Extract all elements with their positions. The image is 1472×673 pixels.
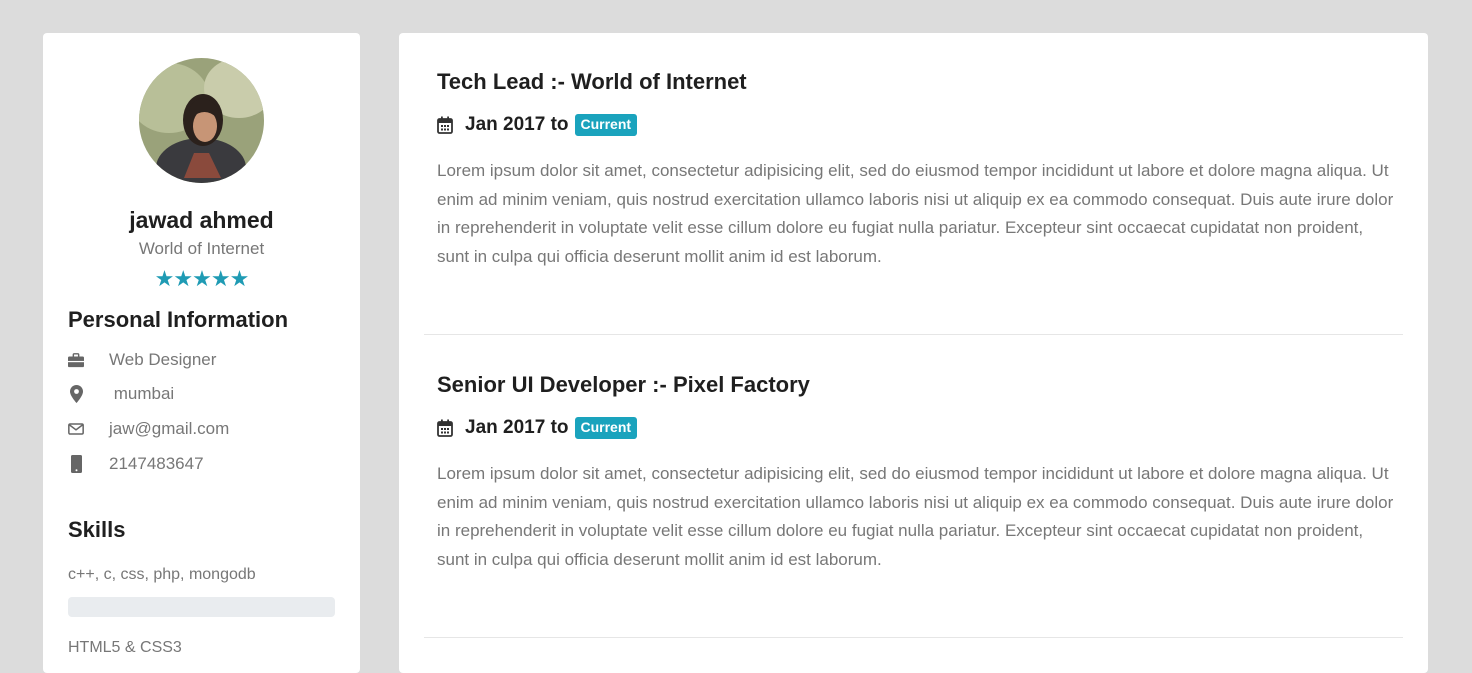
- mobile-icon: [68, 455, 84, 473]
- info-row-email: jaw@gmail.com: [68, 417, 229, 441]
- location-text: mumbai: [109, 384, 175, 403]
- profile-name: jawad ahmed: [129, 207, 274, 233]
- avatar: [139, 58, 264, 183]
- star-icon: ★: [173, 266, 193, 291]
- divider: [424, 637, 1403, 638]
- star-icon: ★: [154, 266, 175, 291]
- star-icon: ★: [210, 266, 231, 291]
- skill-label: c++, c, css, php, mongodb: [68, 566, 256, 583]
- skill-progress-bar: [68, 597, 335, 617]
- star-icon: ★: [192, 266, 212, 291]
- skills-heading: Skills: [68, 517, 126, 542]
- occupation-text: Web Designer: [109, 350, 217, 369]
- date-range-text: Jan 2017 to: [465, 114, 569, 135]
- rating-stars: ★★★★★: [43, 266, 360, 292]
- skill-label: HTML5 & CSS3: [68, 639, 182, 656]
- envelope-icon: [68, 420, 84, 438]
- job-description: Lorem ipsum dolor sit amet, consectetur …: [437, 464, 1394, 569]
- profile-card: jawad ahmed World of Internet ★★★★★ Pers…: [43, 33, 360, 673]
- calendar-icon: [437, 116, 453, 134]
- map-marker-icon: [68, 385, 84, 403]
- current-badge: Current: [574, 417, 638, 439]
- calendar-icon: [437, 419, 453, 437]
- info-row-phone: 2147483647: [68, 452, 204, 476]
- job-title: Senior UI Developer :- Pixel Factory: [437, 372, 810, 397]
- date-range-text: Jan 2017 to: [465, 417, 569, 438]
- email-text[interactable]: jaw@gmail.com: [109, 419, 229, 439]
- job-date: Jan 2017 to Current: [437, 112, 638, 138]
- briefcase-icon: [68, 351, 84, 369]
- personal-info-heading: Personal Information: [68, 307, 289, 332]
- info-row-occupation: Web Designer: [68, 348, 216, 372]
- job-date: Jan 2017 to Current: [437, 415, 638, 441]
- job-description: Lorem ipsum dolor sit amet, consectetur …: [437, 161, 1394, 266]
- experience-card: Tech Lead :- World of Internet Jan 2017 …: [399, 33, 1428, 673]
- info-row-location: mumbai: [68, 382, 174, 406]
- divider: [424, 334, 1403, 335]
- phone-text: 2147483647: [109, 454, 204, 473]
- profile-company: World of Internet: [138, 239, 265, 258]
- star-icon: ★: [229, 266, 250, 291]
- job-title: Tech Lead :- World of Internet: [437, 69, 747, 94]
- current-badge: Current: [574, 114, 638, 136]
